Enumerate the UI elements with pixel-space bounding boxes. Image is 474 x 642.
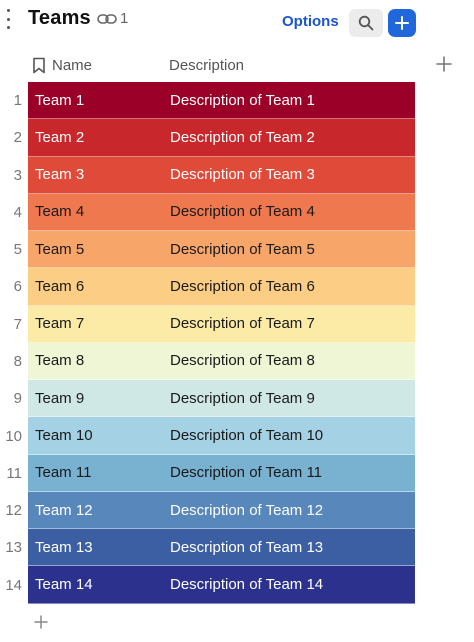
table-row: 2 Team 2 Description of Team 2 — [0, 119, 474, 157]
table-row: 1 Team 1 Description of Team 1 — [0, 82, 474, 120]
search-icon — [358, 15, 374, 31]
name-cell[interactable]: Team 10 — [35, 417, 163, 453]
row-number: 13 — [5, 539, 22, 557]
add-column-icon[interactable] — [434, 54, 454, 74]
description-cell[interactable]: Description of Team 5 — [170, 231, 410, 267]
name-cell[interactable]: Team 1 — [35, 82, 163, 118]
table-row: 5 Team 5 Description of Team 5 — [0, 231, 474, 269]
row-number: 7 — [13, 315, 22, 333]
row-band[interactable]: Team 2 Description of Team 2 — [28, 119, 415, 157]
description-cell[interactable]: Description of Team 11 — [170, 455, 410, 491]
name-cell[interactable]: Team 11 — [35, 455, 163, 491]
row-number: 12 — [5, 502, 22, 520]
add-row-icon[interactable] — [33, 614, 49, 630]
row-number: 1 — [13, 92, 22, 110]
name-cell[interactable]: Team 5 — [35, 231, 163, 267]
table-row: 6 Team 6 Description of Team 6 — [0, 268, 474, 306]
name-cell[interactable]: Team 3 — [35, 157, 163, 193]
name-cell[interactable]: Team 12 — [35, 492, 163, 528]
description-cell[interactable]: Description of Team 2 — [170, 119, 410, 155]
plus-icon — [395, 16, 409, 30]
table-row: 3 Team 3 Description of Team 3 — [0, 156, 474, 194]
bookmark-icon — [33, 57, 45, 73]
row-band[interactable]: Team 13 Description of Team 13 — [28, 529, 415, 567]
table-row: 9 Team 9 Description of Team 9 — [0, 380, 474, 418]
row-band[interactable]: Team 9 Description of Team 9 — [28, 380, 415, 418]
name-cell[interactable]: Team 4 — [35, 194, 163, 230]
table-row: 11 Team 11 Description of Team 11 — [0, 454, 474, 492]
row-number: 2 — [13, 129, 22, 147]
column-header-description-label: Description — [169, 56, 245, 74]
row-number: 3 — [13, 166, 22, 184]
description-cell[interactable]: Description of Team 1 — [170, 82, 410, 118]
row-band[interactable]: Team 8 Description of Team 8 — [28, 342, 415, 381]
description-cell[interactable]: Description of Team 8 — [170, 343, 410, 379]
row-band[interactable]: Team 11 Description of Team 11 — [28, 454, 415, 492]
row-band[interactable]: Team 14 Description of Team 14 — [28, 566, 415, 604]
name-cell[interactable]: Team 6 — [35, 268, 163, 304]
description-cell[interactable]: Description of Team 10 — [170, 417, 410, 453]
link-count: 1 — [120, 10, 129, 27]
name-cell[interactable]: Team 14 — [35, 566, 163, 602]
description-cell[interactable]: Description of Team 7 — [170, 306, 410, 342]
description-cell[interactable]: Description of Team 13 — [170, 529, 410, 565]
description-cell[interactable]: Description of Team 9 — [170, 380, 410, 416]
name-cell[interactable]: Team 13 — [35, 529, 163, 565]
row-number: 14 — [5, 576, 22, 594]
column-header-name-label: Name — [52, 56, 93, 74]
table-row: 10 Team 10 Description of Team 10 — [0, 417, 474, 455]
row-number: 9 — [13, 390, 22, 408]
row-band[interactable]: Team 5 Description of Team 5 — [28, 231, 415, 269]
row-band[interactable]: Team 10 Description of Team 10 — [28, 417, 415, 455]
table-row: 4 Team 4 Description of Team 4 — [0, 193, 474, 232]
description-cell[interactable]: Description of Team 6 — [170, 268, 410, 304]
row-number: 5 — [13, 241, 22, 259]
page-header: Teams 1 Options — [0, 0, 474, 46]
column-header-name[interactable]: Name — [32, 52, 162, 78]
more-options-icon[interactable] — [2, 9, 14, 29]
row-number: 8 — [13, 352, 22, 370]
column-header-description[interactable]: Description — [169, 52, 409, 78]
description-cell[interactable]: Description of Team 4 — [170, 194, 410, 230]
add-button[interactable] — [388, 9, 416, 37]
table-row: 13 Team 13 Description of Team 13 — [0, 529, 474, 567]
name-cell[interactable]: Team 9 — [35, 380, 163, 416]
row-band[interactable]: Team 1 Description of Team 1 — [28, 82, 415, 120]
search-button[interactable] — [349, 9, 383, 37]
row-band[interactable]: Team 7 Description of Team 7 — [28, 305, 415, 343]
table-row: 14 Team 14 Description of Team 14 — [0, 566, 474, 604]
row-number: 6 — [13, 278, 22, 296]
table-row: 8 Team 8 Description of Team 8 — [0, 342, 474, 381]
description-cell[interactable]: Description of Team 12 — [170, 492, 410, 528]
row-number: 11 — [6, 464, 22, 482]
name-cell[interactable]: Team 2 — [35, 119, 163, 155]
name-cell[interactable]: Team 8 — [35, 343, 163, 379]
row-band[interactable]: Team 3 Description of Team 3 — [28, 156, 415, 194]
page-title: Teams — [28, 7, 91, 29]
row-number: 4 — [13, 203, 22, 221]
row-number: 10 — [5, 427, 22, 445]
table-row: 7 Team 7 Description of Team 7 — [0, 305, 474, 343]
description-cell[interactable]: Description of Team 14 — [170, 566, 410, 602]
description-cell[interactable]: Description of Team 3 — [170, 157, 410, 193]
link-icon[interactable] — [97, 12, 117, 26]
options-button[interactable]: Options — [282, 13, 339, 30]
name-cell[interactable]: Team 7 — [35, 306, 163, 342]
row-band[interactable]: Team 12 Description of Team 12 — [28, 491, 415, 530]
row-band[interactable]: Team 6 Description of Team 6 — [28, 268, 415, 306]
row-band[interactable]: Team 4 Description of Team 4 — [28, 193, 415, 232]
table-body: 1 Team 1 Description of Team 1 2 Team 2 Desc… — [0, 82, 474, 604]
table-row: 12 Team 12 Description of Team 12 — [0, 491, 474, 530]
